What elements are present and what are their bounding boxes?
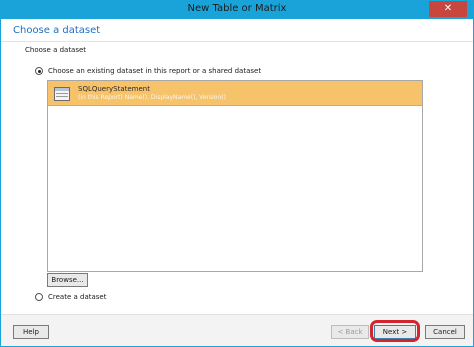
cancel-button[interactable]: Cancel — [425, 325, 465, 339]
dataset-table-icon — [54, 87, 70, 101]
dataset-list[interactable]: SQLQueryStatement (in this Report) Name(… — [47, 80, 423, 272]
next-button-highlight — [370, 320, 420, 342]
close-button[interactable]: ✕ — [429, 1, 467, 17]
browse-button[interactable]: Browse... — [47, 273, 88, 287]
close-icon: ✕ — [443, 3, 453, 14]
title-bar: New Table or Matrix ✕ — [1, 1, 473, 19]
dialog-window: New Table or Matrix ✕ Choose a dataset C… — [0, 0, 474, 347]
dataset-name: SQLQueryStatement — [78, 85, 150, 93]
dataset-details: (in this Report) Name(), DisplayName(), … — [78, 94, 226, 101]
list-item[interactable]: SQLQueryStatement (in this Report) Name(… — [48, 81, 422, 106]
create-dataset-option[interactable]: Create a dataset — [35, 293, 106, 301]
page-header: Choose a dataset — [1, 19, 473, 42]
existing-dataset-label: Choose an existing dataset in this repor… — [48, 67, 262, 75]
create-dataset-radio[interactable] — [35, 293, 43, 301]
back-button[interactable]: < Back — [331, 325, 369, 339]
window-title: New Table or Matrix — [187, 3, 287, 14]
section-label: Choose a dataset — [25, 46, 87, 54]
page-title: Choose a dataset — [13, 25, 101, 36]
create-dataset-label: Create a dataset — [48, 293, 107, 301]
existing-dataset-radio[interactable] — [35, 67, 43, 75]
existing-dataset-option[interactable]: Choose an existing dataset in this repor… — [35, 67, 261, 75]
help-button[interactable]: Help — [13, 325, 49, 339]
